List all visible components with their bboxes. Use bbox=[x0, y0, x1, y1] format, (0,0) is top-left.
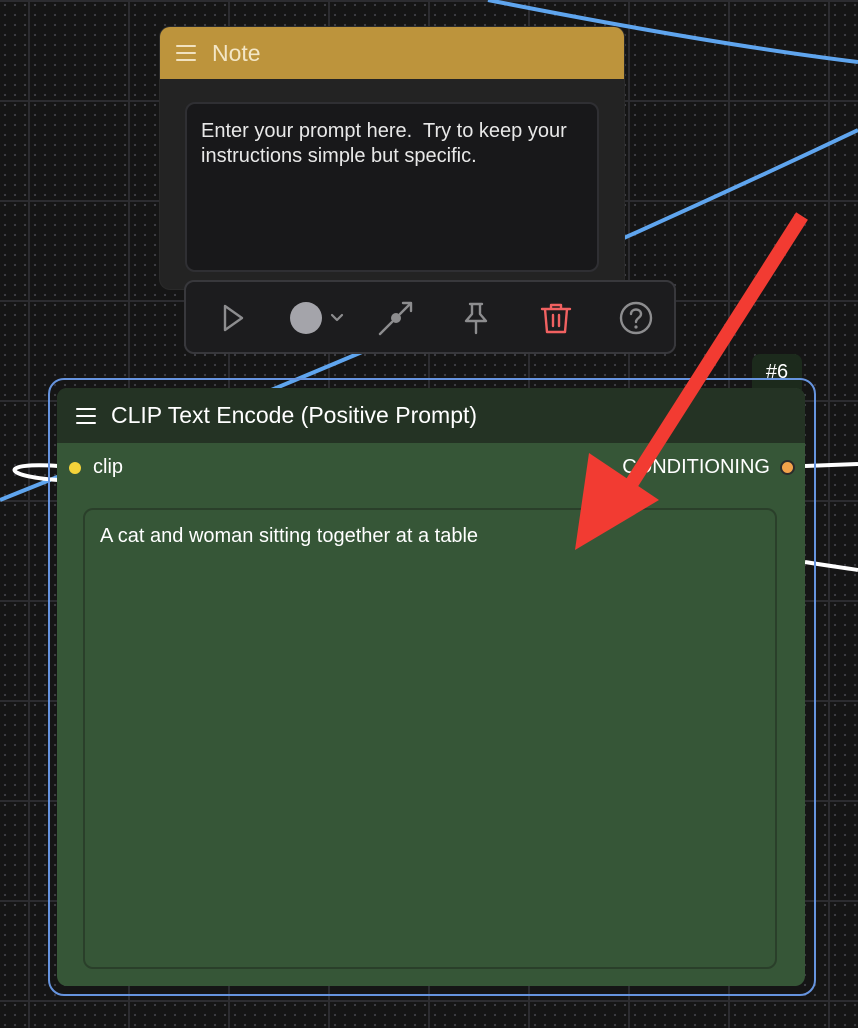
note-text-area[interactable]: Enter your prompt here. Try to keep your… bbox=[185, 102, 599, 272]
run-icon bbox=[223, 304, 244, 332]
pin-icon bbox=[464, 302, 488, 335]
hamburger-menu-icon[interactable] bbox=[76, 407, 96, 424]
help-button[interactable] bbox=[614, 296, 658, 340]
selection-toolbox bbox=[184, 280, 676, 354]
delete-button[interactable] bbox=[534, 296, 578, 340]
node-graph-canvas[interactable]: Note Enter your prompt here. Try to keep… bbox=[0, 0, 858, 1028]
note-node-body: Enter your prompt here. Try to keep your… bbox=[160, 79, 624, 289]
clip-text-encode-node[interactable]: CLIP Text Encode (Positive Prompt) clip … bbox=[57, 388, 805, 986]
clip-node-title: CLIP Text Encode (Positive Prompt) bbox=[111, 402, 478, 428]
color-circle-icon bbox=[290, 302, 344, 334]
pin-button[interactable] bbox=[454, 296, 498, 340]
prompt-text-area[interactable]: A cat and woman sitting together at a ta… bbox=[83, 508, 777, 969]
clip-input-dot[interactable] bbox=[69, 461, 81, 474]
note-node[interactable]: Note Enter your prompt here. Try to keep… bbox=[160, 27, 624, 289]
trash-icon bbox=[540, 303, 572, 334]
conditioning-output-dot[interactable] bbox=[780, 460, 795, 475]
conditioning-output-label: CONDITIONING bbox=[622, 456, 770, 478]
note-node-title: Note bbox=[212, 39, 261, 66]
run-button[interactable] bbox=[210, 296, 254, 340]
clip-node-header[interactable]: CLIP Text Encode (Positive Prompt) bbox=[57, 388, 805, 443]
help-icon bbox=[619, 301, 653, 335]
color-picker-button[interactable] bbox=[284, 296, 348, 340]
note-node-header[interactable]: Note bbox=[160, 27, 624, 79]
hamburger-menu-icon[interactable] bbox=[176, 45, 196, 61]
clip-input-slot[interactable]: clip bbox=[69, 456, 123, 479]
bypass-icon bbox=[378, 301, 413, 336]
clip-input-label: clip bbox=[93, 456, 124, 478]
conditioning-output-slot[interactable]: CONDITIONING bbox=[622, 456, 795, 479]
bypass-button[interactable] bbox=[374, 296, 418, 340]
